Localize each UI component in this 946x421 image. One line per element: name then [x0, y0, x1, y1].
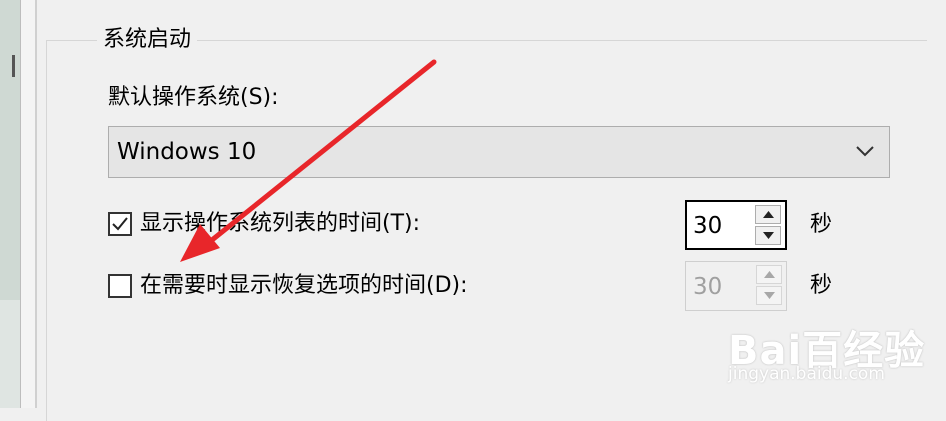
arrow-head-icon [180, 224, 220, 262]
watermark-url: jingyan.baidu.com [728, 364, 885, 384]
arrow-shaft [209, 59, 437, 243]
baidu-jingyan-watermark: Bai百经验 jingyan.baidu.com [728, 300, 938, 400]
